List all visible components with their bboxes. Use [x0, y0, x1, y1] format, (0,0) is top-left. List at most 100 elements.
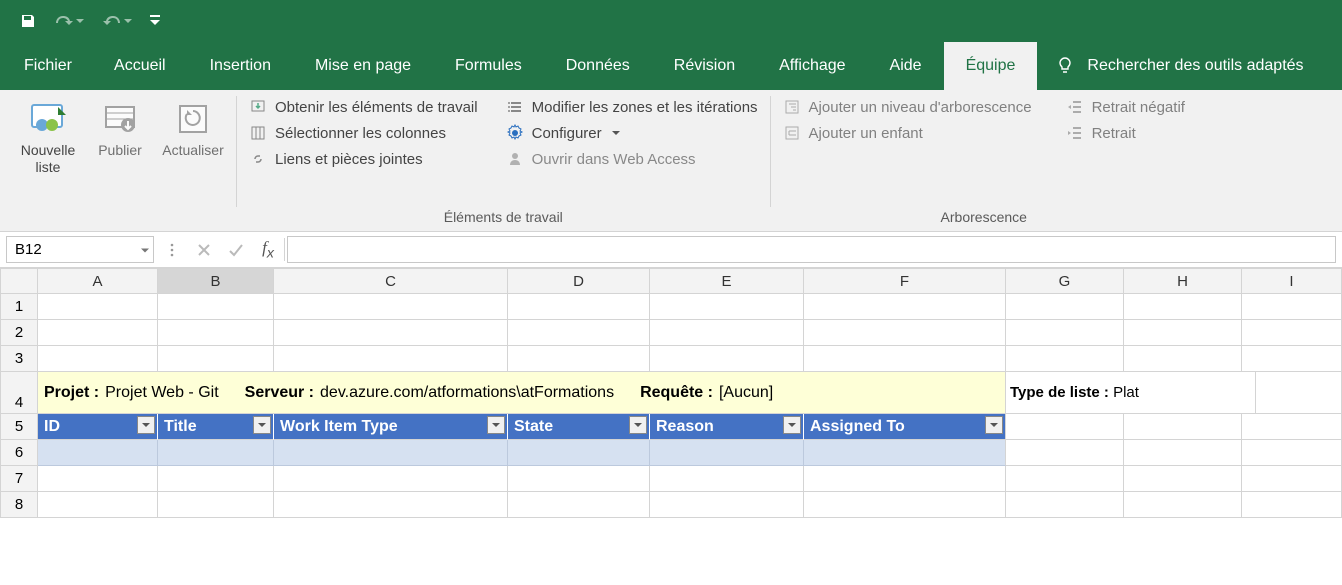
listtype-value: Plat	[1113, 384, 1139, 401]
table-row[interactable]	[274, 440, 508, 466]
filter-button[interactable]	[783, 416, 801, 434]
table-header-assigned[interactable]: Assigned To	[804, 414, 1006, 440]
refresh-label: Actualiser	[162, 142, 223, 159]
links-attachments-button[interactable]: Liens et pièces jointes	[245, 148, 482, 170]
tab-donnees[interactable]: Données	[544, 42, 652, 90]
row-header-5[interactable]: 5	[0, 414, 38, 440]
insert-function-button[interactable]: fx	[252, 232, 284, 267]
customize-qat-button[interactable]	[150, 0, 160, 42]
download-icon	[249, 98, 267, 116]
row-header-8[interactable]: 8	[0, 492, 38, 518]
tab-fichier[interactable]: Fichier	[4, 42, 92, 90]
row-header-1[interactable]: 1	[0, 294, 38, 320]
filter-button[interactable]	[137, 416, 155, 434]
table-row[interactable]	[508, 440, 650, 466]
columns-icon	[249, 124, 267, 142]
query-label: Requête :	[640, 384, 713, 402]
formula-bar: B12 fx	[0, 232, 1342, 268]
select-columns-button[interactable]: Sélectionner les colonnes	[245, 122, 482, 144]
quick-access-toolbar	[0, 0, 1342, 42]
chevron-down-icon	[612, 129, 620, 137]
enter-formula-button[interactable]	[220, 232, 252, 267]
new-list-label: Nouvelle liste	[14, 142, 82, 176]
get-work-items-button[interactable]: Obtenir les éléments de travail	[245, 96, 482, 118]
person-icon	[506, 150, 524, 168]
col-header-A[interactable]: A	[38, 268, 158, 294]
formula-input[interactable]	[287, 236, 1336, 263]
filter-button[interactable]	[253, 416, 271, 434]
query-value: [Aucun]	[719, 384, 773, 402]
new-list-icon	[27, 98, 69, 140]
tab-affichage[interactable]: Affichage	[757, 42, 867, 90]
filter-button[interactable]	[629, 416, 647, 434]
tab-aide[interactable]: Aide	[868, 42, 944, 90]
table-row[interactable]	[158, 440, 274, 466]
refresh-button[interactable]: Actualiser	[158, 94, 228, 207]
row-header-4[interactable]: 4	[0, 372, 38, 414]
chevron-down-icon[interactable]	[141, 241, 149, 258]
cancel-formula-button[interactable]	[188, 232, 220, 267]
row-header-6[interactable]: 6	[0, 440, 38, 466]
save-button[interactable]	[20, 0, 36, 42]
outdent-icon	[1066, 98, 1084, 116]
select-all-corner[interactable]	[0, 268, 38, 294]
row-header-2[interactable]: 2	[0, 320, 38, 346]
table-row[interactable]	[38, 440, 158, 466]
tab-mise-en-page[interactable]: Mise en page	[293, 42, 433, 90]
undo-button[interactable]	[54, 0, 84, 42]
outdent-button[interactable]: Retrait négatif	[1062, 96, 1189, 118]
add-child-button[interactable]: Ajouter un enfant	[779, 122, 1036, 144]
open-web-access-button[interactable]: Ouvrir dans Web Access	[502, 148, 762, 170]
col-header-E[interactable]: E	[650, 268, 804, 294]
name-box-value: B12	[15, 241, 42, 258]
project-value: Projet Web - Git	[105, 384, 219, 402]
listtype-label: Type de liste :	[1010, 384, 1109, 401]
indent-button[interactable]: Retrait	[1062, 122, 1189, 144]
tree-level-icon	[783, 98, 801, 116]
col-header-I[interactable]: I	[1242, 268, 1342, 294]
configure-button[interactable]: Configurer	[502, 122, 762, 144]
col-header-D[interactable]: D	[508, 268, 650, 294]
col-header-G[interactable]: G	[1006, 268, 1124, 294]
new-list-button[interactable]: Nouvelle liste	[14, 94, 82, 207]
refresh-icon	[172, 98, 214, 140]
publish-label: Publier	[98, 142, 142, 159]
tab-revision[interactable]: Révision	[652, 42, 757, 90]
project-info-band[interactable]: Projet : Projet Web - Git Serveur : dev.…	[38, 372, 1006, 414]
col-header-H[interactable]: H	[1124, 268, 1242, 294]
publish-button[interactable]: Publier	[90, 94, 150, 207]
filter-button[interactable]	[487, 416, 505, 434]
table-header-reason[interactable]: Reason	[650, 414, 804, 440]
row-header-7[interactable]: 7	[0, 466, 38, 492]
redo-button[interactable]	[102, 0, 132, 42]
name-box[interactable]: B12	[6, 236, 154, 263]
table-header-state[interactable]: State	[508, 414, 650, 440]
tab-equipe[interactable]: Équipe	[944, 42, 1038, 90]
filter-button[interactable]	[985, 416, 1003, 434]
server-value: dev.azure.com/atformations\atFormations	[320, 384, 614, 402]
tab-accueil[interactable]: Accueil	[92, 42, 188, 90]
table-row[interactable]	[804, 440, 1006, 466]
tree-child-icon	[783, 124, 801, 142]
col-header-C[interactable]: C	[274, 268, 508, 294]
edit-areas-button[interactable]: Modifier les zones et les itérations	[502, 96, 762, 118]
ribbon-tabs: Fichier Accueil Insertion Mise en page F…	[0, 42, 1342, 90]
formula-expand-button[interactable]	[156, 232, 188, 267]
table-header-title[interactable]: Title	[158, 414, 274, 440]
table-header-type[interactable]: Work Item Type	[274, 414, 508, 440]
table-row[interactable]	[650, 440, 804, 466]
tab-formules[interactable]: Formules	[433, 42, 544, 90]
table-header-id[interactable]: ID	[38, 414, 158, 440]
col-header-F[interactable]: F	[804, 268, 1006, 294]
row-header-3[interactable]: 3	[0, 346, 38, 372]
tab-insertion[interactable]: Insertion	[188, 42, 293, 90]
add-tree-level-button[interactable]: Ajouter un niveau d'arborescence	[779, 96, 1036, 118]
tell-me-label: Rechercher des outils adaptés	[1087, 57, 1303, 75]
group-label-workitems: Éléments de travail	[245, 207, 762, 229]
spreadsheet-grid: A B C D E F G H I 1 2 3 4 Projet : Proje…	[0, 268, 1342, 518]
col-header-B[interactable]: B	[158, 268, 274, 294]
tell-me-search[interactable]: Rechercher des outils adaptés	[1037, 42, 1321, 90]
indent-icon	[1066, 124, 1084, 142]
server-label: Serveur :	[245, 384, 314, 402]
list-icon	[506, 98, 524, 116]
